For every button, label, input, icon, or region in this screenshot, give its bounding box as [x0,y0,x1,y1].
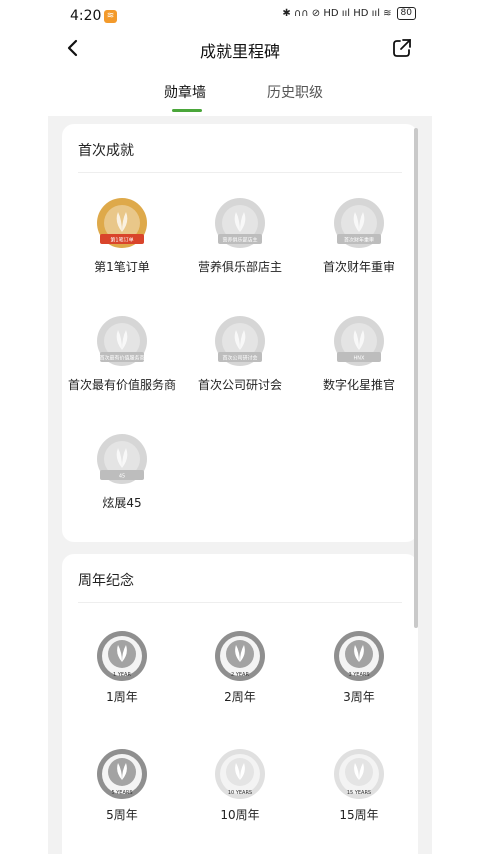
medal-text: 第1笔订单 [110,237,133,244]
medal-text: 45 [119,474,125,480]
badge-label: 首次公司研讨会 [197,378,282,392]
tab-history-rank[interactable]: 历史职级 [267,82,323,102]
badge-label: 1周年 [106,690,138,704]
badge-item[interactable]: 首次最有价值服务商 首次最有价值服务商 [62,314,182,393]
medal-icon: 3 YEARS [334,631,384,681]
badge-label: 第1笔订单 [94,260,150,274]
badge-item[interactable]: 3 YEARS 3周年 [299,626,419,705]
badge-label: 2周年 [224,690,256,704]
badge-item[interactable]: 1 YEAR 1周年 [62,626,182,705]
status-icons: ✱ ∩∩ ⊘ HD ııl HD ııl ≋ 80 [282,7,416,20]
badge-item[interactable]: 首次公司研讨会 首次公司研讨会 [180,314,300,393]
badge-label: 炫展45 [102,496,142,510]
medal-icon: 首次财年重审 [334,198,384,248]
tab-badge-wall[interactable]: 勋章墙 [164,82,206,102]
medal-text: 首次公司研讨会 [222,355,257,362]
section-title: 周年纪念 [78,573,134,589]
medal-icon: 首次公司研讨会 [215,316,265,366]
first-achievements-card: 首次成就 第1笔订单 第1笔订单 营养俱乐部店主 营养俱乐部店主 首次财年重审 首次财年重… [62,124,418,542]
badge-label: 首次最有价值服务商 [67,378,176,392]
badge-label: 15周年 [339,808,379,822]
share-icon[interactable] [392,38,412,58]
medal-icon: 10 YEARS [215,749,265,799]
medal-text: 首次财年重审 [344,237,374,244]
badge-label: 首次财年重审 [322,260,395,274]
section-divider [78,172,402,173]
medal-text: 10 YEARS [228,790,252,796]
badge-item[interactable]: 2 YEAR 2周年 [180,626,300,705]
badge-item[interactable]: 15 YEARS 15周年 [299,744,419,823]
badge-wall-content: 首次成就 第1笔订单 第1笔订单 营养俱乐部店主 营养俱乐部店主 首次财年重审 首次财年重… [48,116,432,854]
medal-text: HNX [354,356,366,362]
medal-icon: 2 YEAR [215,631,265,681]
tab-active-indicator [172,109,202,112]
medal-text: 2 YEAR [231,672,249,678]
anniversary-card: 周年纪念 1 YEAR 1周年 2 YEAR 2周年 3 YEARS 3周年 5 YEARS… [62,554,418,854]
medal-text: 3 YEARS [348,672,369,678]
badge-item[interactable]: 第1笔订单 第1笔订单 [62,196,182,275]
tab-bar: 勋章墙 历史职级 [0,82,480,114]
medal-icon: 首次最有价值服务商 [97,316,147,366]
badge-item[interactable]: 营养俱乐部店主 营养俱乐部店主 [180,196,300,275]
scrollbar[interactable] [414,128,418,628]
medal-icon: 45 [97,434,147,484]
medal-text: 15 YEARS [347,790,371,796]
section-title: 首次成就 [78,143,134,159]
medal-icon: 第1笔订单 [97,198,147,248]
badge-label: 数字化星推官 [322,378,395,392]
medal-text: 营养俱乐部店主 [222,237,257,244]
status-bar: 4:20 ≋ ✱ ∩∩ ⊘ HD ııl HD ııl ≋ 80 [0,0,480,34]
status-time: 4:20 [70,8,102,24]
medal-icon: HNX [334,316,384,366]
section-divider [78,602,402,603]
medal-icon: 营养俱乐部店主 [215,198,265,248]
medal-icon: 15 YEARS [334,749,384,799]
badge-label: 3周年 [343,690,375,704]
medal-text: 5 YEARS [111,790,132,796]
badge-label: 10周年 [220,808,260,822]
badge-label: 营养俱乐部店主 [197,260,282,274]
badge-item[interactable]: 45 炫展45 [62,432,182,511]
medal-text: 首次最有价值服务商 [99,355,144,362]
badge-item[interactable]: 5 YEARS 5周年 [62,744,182,823]
badge-item[interactable]: HNX 数字化星推官 [299,314,419,393]
medal-icon: 1 YEAR [97,631,147,681]
battery-icon: 80 [396,7,416,20]
badge-label: 5周年 [106,808,138,822]
app-notification-icon: ≋ [104,10,117,23]
medal-text: 1 YEAR [113,672,131,678]
badge-item[interactable]: 首次财年重审 首次财年重审 [299,196,419,275]
medal-icon: 5 YEARS [97,749,147,799]
status-icons-text: ✱ ∩∩ ⊘ HD ııl HD ııl ≋ [282,8,392,19]
badge-item[interactable]: 10 YEARS 10周年 [180,744,300,823]
header: 成就里程碑 [0,34,480,64]
